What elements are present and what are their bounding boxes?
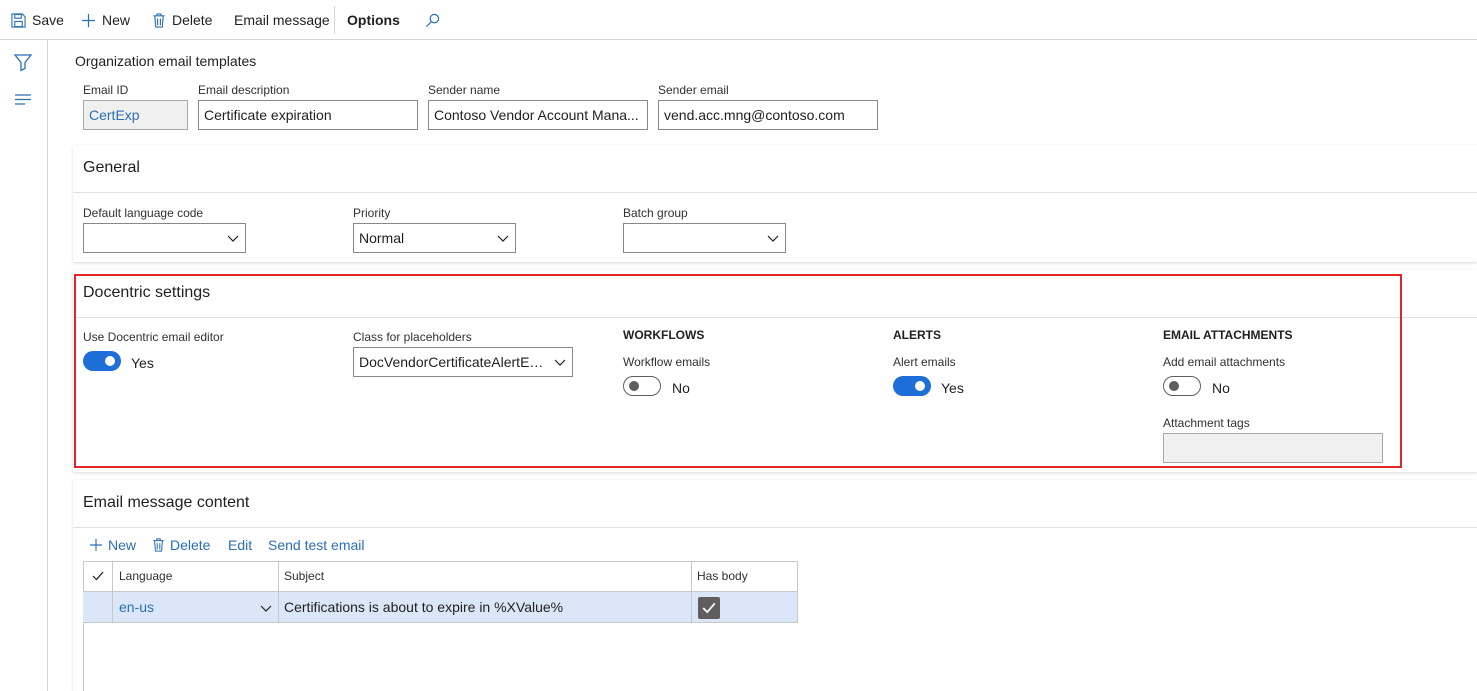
alert-emails-toggle[interactable] (893, 376, 931, 396)
workflows-heading: WORKFLOWS (623, 328, 705, 342)
sender-email-field[interactable]: vend.acc.mng@contoso.com (658, 100, 878, 130)
select-all-checkbox[interactable] (83, 561, 113, 592)
row-language-dropdown[interactable]: en-us (114, 592, 279, 623)
use-editor-state: Yes (131, 355, 154, 371)
email-message-label: Email message (234, 12, 330, 28)
row-language-value: en-us (119, 599, 155, 615)
filter-icon[interactable] (13, 52, 33, 72)
email-content-section-title[interactable]: Email message content (83, 494, 249, 512)
trash-icon (153, 12, 165, 28)
class-placeholders-dropdown[interactable]: DocVendorCertificateAlertEm... (353, 347, 573, 377)
checkmark-icon (92, 571, 103, 581)
priority-value: Normal (359, 230, 405, 246)
plus-icon (81, 13, 96, 27)
left-rail (0, 40, 48, 691)
save-icon (11, 12, 26, 28)
email-id-label: Email ID (83, 83, 129, 97)
row-has-body-cell (692, 592, 798, 623)
toggle-knob (1169, 381, 1179, 391)
attachment-tags-label: Attachment tags (1163, 416, 1250, 430)
new-button[interactable]: New (81, 0, 130, 40)
grid-delete-button[interactable]: Delete (152, 535, 210, 555)
send-test-email-button[interactable]: Send test email (268, 535, 365, 555)
options-label: Options (347, 12, 400, 28)
table-row[interactable]: en-us Certifications is about to expire … (83, 592, 798, 623)
class-placeholders-label: Class for placeholders (353, 330, 472, 344)
use-editor-toggle[interactable] (83, 351, 121, 371)
toggle-knob (915, 381, 925, 391)
page-title: Organization email templates (75, 53, 257, 69)
sender-name-field[interactable]: Contoso Vendor Account Mana... (428, 100, 648, 130)
toggle-knob (629, 381, 639, 391)
grid-new-label: New (108, 537, 137, 553)
alerts-heading: ALERTS (893, 328, 941, 342)
grid-edit-button[interactable]: Edit (228, 535, 252, 555)
checkmark-icon (702, 602, 716, 614)
new-label: New (102, 12, 131, 28)
email-id-field[interactable]: CertExp (83, 100, 188, 130)
column-header-subject[interactable]: Subject (279, 561, 692, 592)
save-label: Save (32, 12, 64, 28)
default-language-dropdown[interactable] (83, 223, 246, 253)
add-attachments-toggle[interactable] (1163, 376, 1201, 396)
batch-group-label: Batch group (623, 206, 688, 220)
email-description-field[interactable]: Certificate expiration (198, 100, 418, 130)
email-attachments-heading: EMAIL ATTACHMENTS (1163, 328, 1293, 342)
class-placeholders-value: DocVendorCertificateAlertEm... (359, 354, 553, 370)
grid-new-button[interactable]: New (89, 535, 136, 555)
use-editor-label: Use Docentric email editor (83, 330, 224, 344)
add-attachments-label: Add email attachments (1163, 355, 1286, 369)
chevron-down-icon (260, 605, 272, 612)
grid-header-row: Language Subject Has body (83, 561, 798, 592)
has-body-checkbox[interactable] (698, 597, 720, 619)
chevron-down-icon (497, 235, 509, 242)
docentric-divider (73, 317, 1477, 318)
delete-label: Delete (172, 12, 213, 28)
lines-icon[interactable] (13, 90, 33, 110)
workflow-emails-label: Workflow emails (623, 355, 711, 369)
column-header-has-body[interactable]: Has body (692, 561, 798, 592)
general-section-title[interactable]: General (83, 159, 140, 177)
email-message-button[interactable]: Email message (234, 0, 330, 40)
batch-group-dropdown[interactable] (623, 223, 786, 253)
toggle-knob (105, 356, 115, 366)
docentric-section-title[interactable]: Docentric settings (83, 284, 210, 302)
sender-name-label: Sender name (428, 83, 501, 97)
alert-emails-state: Yes (941, 380, 964, 396)
chevron-down-icon (767, 235, 779, 242)
search-icon (425, 13, 440, 27)
save-button[interactable]: Save (11, 0, 64, 40)
priority-label: Priority (353, 206, 391, 220)
default-language-label: Default language code (83, 206, 204, 220)
grid-delete-label: Delete (170, 537, 211, 553)
send-test-email-label: Send test email (268, 537, 365, 553)
delete-button[interactable]: Delete (152, 0, 212, 40)
row-selector[interactable] (83, 592, 113, 623)
grid-edit-label: Edit (228, 537, 253, 553)
row-subject[interactable]: Certifications is about to expire in %XV… (279, 592, 692, 623)
general-divider (73, 192, 1477, 193)
options-tab[interactable]: Options (347, 0, 400, 40)
plus-icon (89, 538, 103, 552)
workflow-emails-state: No (672, 380, 690, 396)
column-header-language[interactable]: Language (114, 561, 279, 592)
trash-icon (153, 538, 164, 552)
chevron-down-icon (554, 359, 566, 366)
attachment-tags-field[interactable] (1163, 433, 1383, 463)
toolbar-divider (334, 6, 335, 34)
email-content-divider (73, 527, 1477, 528)
priority-dropdown[interactable]: Normal (353, 223, 516, 253)
email-description-label: Email description (198, 83, 290, 97)
chevron-down-icon (227, 235, 239, 242)
add-attachments-state: No (1212, 380, 1230, 396)
workflow-emails-toggle[interactable] (623, 376, 661, 396)
search-button[interactable] (425, 0, 446, 40)
sender-email-label: Sender email (658, 83, 729, 97)
alert-emails-label: Alert emails (893, 355, 956, 369)
action-toolbar: Save New Delete Email message Options (0, 0, 1477, 40)
